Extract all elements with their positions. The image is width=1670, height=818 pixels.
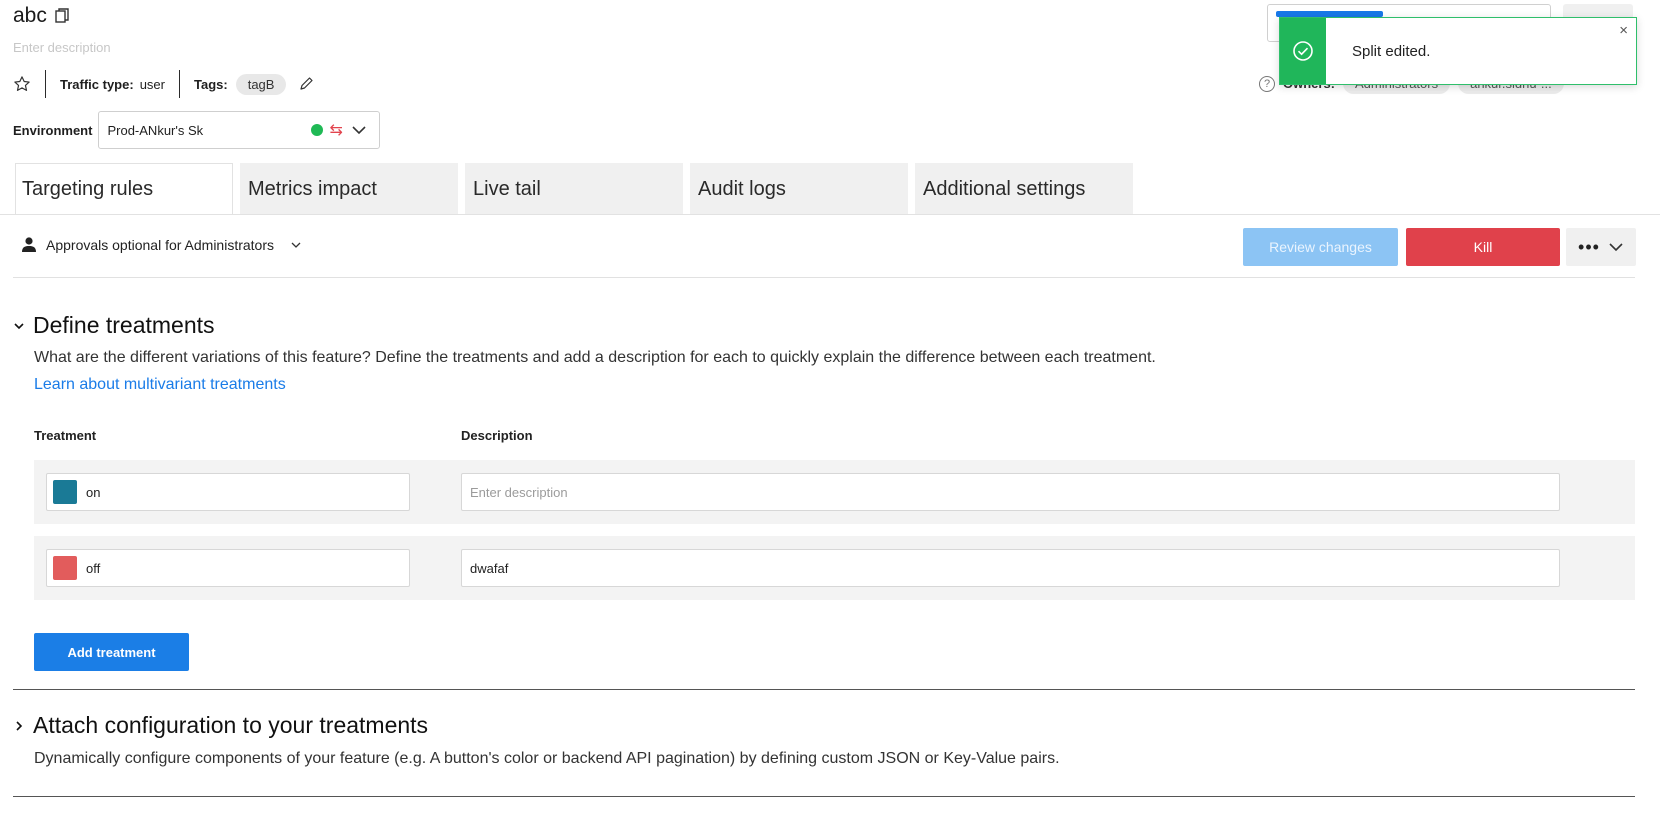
review-changes-button[interactable]: Review changes — [1243, 228, 1398, 266]
swap-icon: ⇆ — [329, 122, 343, 139]
tab-targeting-rules[interactable]: Targeting rules — [15, 163, 233, 215]
tags-label: Tags: — [193, 76, 228, 92]
kill-button[interactable]: Kill — [1406, 228, 1560, 266]
section-divider — [13, 277, 1635, 278]
description-column-header: Description — [461, 428, 533, 443]
toast-accent-bar — [1280, 18, 1326, 84]
chevron-down-icon — [14, 322, 24, 329]
section-title: Define treatments — [33, 312, 215, 338]
treatment-name-input[interactable]: on — [46, 473, 410, 511]
more-icon: ••• — [1578, 236, 1600, 257]
tab-metrics-impact[interactable]: Metrics impact — [240, 163, 458, 215]
chevron-down-icon — [352, 126, 367, 135]
close-icon[interactable]: × — [1619, 22, 1628, 39]
approvals-dropdown[interactable]: Approvals optional for Administrators — [20, 236, 302, 254]
toast-message: Split edited. — [1352, 42, 1431, 60]
treatment-name: off — [86, 560, 101, 576]
check-circle-icon — [1293, 41, 1313, 61]
treatment-name-input[interactable]: off — [46, 549, 410, 587]
section-title: Attach configuration to your treatments — [33, 712, 429, 738]
learn-multivariant-link[interactable]: Learn about multivariant treatments — [34, 376, 286, 394]
treatment-description-input[interactable]: dwafaf — [461, 549, 1560, 587]
section-description: What are the different variations of thi… — [34, 349, 1156, 366]
define-treatments-header[interactable]: Define treatments — [13, 312, 215, 339]
chevron-down-icon — [1609, 243, 1623, 252]
approvals-label: Approvals optional for Administrators — [46, 237, 274, 253]
divider — [45, 70, 46, 98]
copy-icon[interactable] — [55, 8, 69, 24]
section-divider — [13, 689, 1635, 690]
tab-live-tail[interactable]: Live tail — [465, 163, 683, 215]
treatment-color-swatch[interactable] — [53, 556, 77, 580]
person-icon — [22, 237, 36, 252]
success-toast: Split edited. × — [1279, 17, 1637, 85]
section-description: Dynamically configure components of your… — [34, 750, 1060, 767]
divider — [178, 70, 180, 98]
tag-pill[interactable]: tagB — [235, 73, 287, 95]
treatment-color-swatch[interactable] — [53, 480, 77, 504]
environment-status-dot — [311, 124, 324, 136]
attach-config-header[interactable]: Attach configuration to your treatments — [13, 712, 428, 739]
tab-bar: Targeting rules Metrics impact Live tail… — [15, 163, 1140, 215]
edit-pencil-icon[interactable] — [298, 76, 314, 92]
meta-row: Traffic type: user Tags: tagB — [13, 70, 314, 98]
traffic-type-value: user — [139, 76, 165, 92]
section-divider — [13, 796, 1635, 797]
star-icon[interactable] — [13, 75, 31, 93]
help-icon[interactable]: ? — [1259, 75, 1275, 92]
treatment-description-input[interactable]: Enter description — [461, 473, 1560, 511]
tabs-divider — [0, 214, 1660, 215]
description-field[interactable]: Enter description — [13, 40, 111, 55]
environment-row: Environment Prod-ANkur's Sk ⇆ — [13, 111, 381, 149]
tab-audit-logs[interactable]: Audit logs — [690, 163, 908, 215]
treatment-name: on — [86, 484, 101, 500]
environment-value: Prod-ANkur's Sk — [107, 122, 204, 138]
environment-select[interactable]: Prod-ANkur's Sk ⇆ — [98, 111, 381, 149]
traffic-type-label: Traffic type: — [60, 76, 134, 92]
chevron-down-icon — [291, 242, 301, 248]
split-title: abc — [13, 4, 47, 27]
tab-additional-settings[interactable]: Additional settings — [915, 163, 1133, 215]
environment-label: Environment — [13, 122, 93, 138]
split-title-row: abc — [13, 4, 69, 28]
more-actions-button[interactable]: ••• — [1566, 228, 1636, 266]
treatment-column-header: Treatment — [34, 428, 97, 443]
add-treatment-button[interactable]: Add treatment — [34, 633, 189, 671]
chevron-right-icon — [16, 720, 23, 731]
